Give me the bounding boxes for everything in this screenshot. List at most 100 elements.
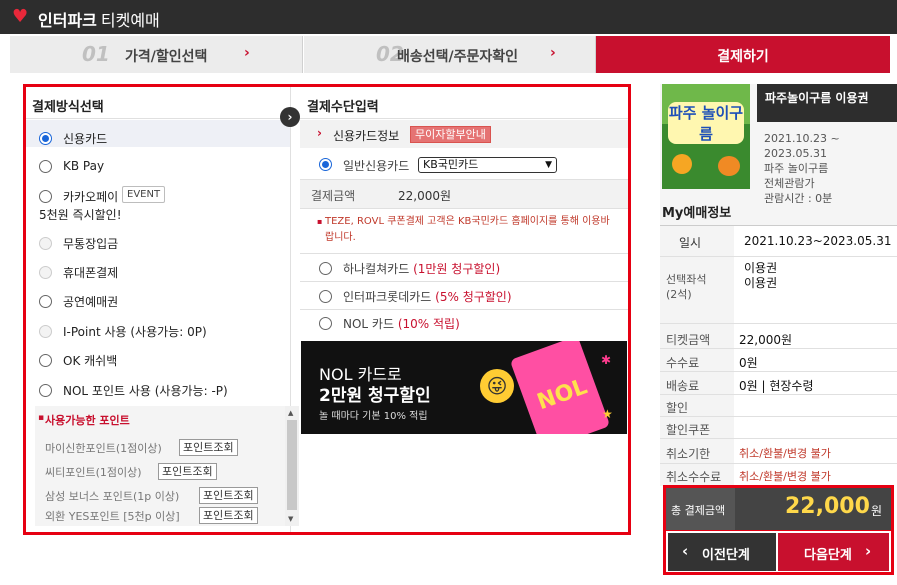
row-label-cancel-deadline: 취소기한 bbox=[666, 447, 711, 461]
radio-kb-pay[interactable] bbox=[39, 160, 52, 173]
step-number: 01 bbox=[82, 42, 110, 66]
total-unit: 원 bbox=[871, 504, 883, 518]
next-step-label: 다음단계 bbox=[804, 548, 852, 563]
pink-card-image: NOL bbox=[509, 341, 611, 434]
product-details: 2021.10.23 ~ 2023.05.31 파주 놀이구름 전체관람가 관람… bbox=[764, 131, 840, 206]
chevron-left-icon: ‹ bbox=[682, 542, 689, 560]
divider bbox=[660, 416, 897, 417]
step-label: 결제하기 bbox=[717, 49, 769, 65]
radio-nol-card[interactable] bbox=[319, 317, 332, 330]
point-row-citi: 씨티포인트(1점이상) bbox=[45, 466, 142, 479]
step-label: 가격/할인선택 bbox=[125, 49, 208, 65]
chevron-right-icon: › bbox=[865, 542, 872, 560]
point-inquiry-button[interactable]: 포인트조회 bbox=[179, 439, 238, 456]
banner-line3: 놀 때마다 기본 10% 적립 bbox=[319, 411, 428, 422]
nol-card-label[interactable]: NOL 카드 (10% 적립) bbox=[343, 315, 460, 332]
row-label-coupon: 할인쿠폰 bbox=[666, 423, 711, 437]
point-inquiry-button[interactable]: 포인트조회 bbox=[199, 487, 258, 504]
prev-step-label: 이전단계 bbox=[702, 548, 750, 563]
radio-hana-culture-card[interactable] bbox=[319, 262, 332, 275]
interest-free-guide-button[interactable]: 무이자할부안내 bbox=[410, 126, 491, 143]
row-label-seats: 선택좌석 (2석) bbox=[666, 273, 707, 301]
divider bbox=[660, 256, 897, 257]
scroll-down-icon[interactable]: ▼ bbox=[288, 515, 293, 523]
row-label-fee: 수수료 bbox=[666, 356, 700, 370]
radio-kakaopay[interactable] bbox=[39, 190, 52, 203]
divider bbox=[300, 253, 628, 254]
poster-character bbox=[718, 156, 740, 176]
product-venue: 파주 놀이구름 bbox=[764, 162, 829, 175]
row-value-date: 2021.10.23~2023.05.31 bbox=[744, 234, 892, 248]
card-select[interactable]: KB국민카드 ▼ bbox=[418, 157, 557, 173]
divider bbox=[300, 309, 628, 310]
chevron-down-icon: ▼ bbox=[545, 160, 552, 170]
radio-voucher[interactable] bbox=[39, 295, 52, 308]
divider bbox=[660, 394, 897, 395]
heart-logo-icon: ♥ bbox=[12, 6, 29, 27]
poster-character bbox=[672, 154, 692, 174]
radio-ok-cashbag[interactable] bbox=[39, 354, 52, 367]
chevron-right-icon: › bbox=[244, 45, 250, 61]
divider bbox=[300, 118, 628, 119]
step-price-discount[interactable]: 01 가격/할인선택 › bbox=[10, 36, 303, 73]
payment-panel: 결제방식선택 신용카드 KB Pay 카카오페이 EVENT 5천원 즉시할인!… bbox=[23, 84, 631, 535]
bullet-icon: ▪ bbox=[38, 413, 45, 423]
amount-label: 결제금액 bbox=[311, 189, 356, 203]
interpark-lotte-card-label[interactable]: 인터파크롯데카드 (5% 청구할인) bbox=[343, 288, 512, 305]
points-title: 사용가능한 포인트 bbox=[45, 414, 130, 427]
row-value-fee: 0원 bbox=[739, 356, 758, 370]
next-step-button[interactable]: 다음단계 › bbox=[778, 533, 889, 571]
product-date-start: 2021.10.23 ~ bbox=[764, 132, 840, 145]
radio-bank-transfer[interactable] bbox=[39, 237, 52, 250]
point-inquiry-button[interactable]: 포인트조회 bbox=[158, 463, 217, 480]
radio-nol-point[interactable] bbox=[39, 384, 52, 397]
option-mobile-payment[interactable]: 휴대폰결제 bbox=[63, 264, 118, 281]
row-label-discount: 할인 bbox=[666, 401, 689, 415]
radio-credit-card[interactable] bbox=[39, 132, 52, 145]
option-nol-point[interactable]: NOL 포인트 사용 (사용가능: -P) bbox=[63, 382, 228, 399]
booking-info-table: 일시 2021.10.23~2023.05.31 선택좌석 (2석) 이용권 이… bbox=[660, 225, 897, 486]
point-inquiry-button[interactable]: 포인트조회 bbox=[199, 507, 258, 524]
option-kb-pay[interactable]: KB Pay bbox=[63, 159, 104, 173]
prev-step-button[interactable]: ‹ 이전단계 bbox=[668, 533, 776, 571]
step-payment[interactable]: 결제하기 bbox=[596, 36, 890, 73]
divider bbox=[26, 118, 290, 119]
option-bank-transfer[interactable]: 무통장입금 bbox=[63, 235, 118, 252]
radio-mobile-payment[interactable] bbox=[39, 266, 52, 279]
arrow-right-icon: › bbox=[280, 107, 300, 127]
points-scrollbar[interactable]: ▲ ▼ bbox=[285, 406, 299, 526]
divider bbox=[660, 323, 897, 324]
chevron-right-icon: › bbox=[550, 45, 556, 61]
row-value-cancel-deadline: 취소/환불/변경 불가 bbox=[739, 447, 831, 460]
winking-emoji-icon: 😜 bbox=[480, 369, 514, 403]
step-delivery-confirm[interactable]: 02 배송선택/주문자확인 › bbox=[304, 36, 596, 73]
option-kakaopay[interactable]: 카카오페이 bbox=[63, 188, 118, 205]
radio-ipoint[interactable] bbox=[39, 325, 52, 338]
radio-general-card[interactable] bbox=[319, 158, 332, 171]
scroll-thumb[interactable] bbox=[287, 420, 297, 510]
point-row-keb: 외환 YES포인트 [5천p 이상] bbox=[45, 510, 180, 523]
row-value-delivery: 0원 | 현장수령 bbox=[739, 379, 814, 393]
brand-title: 인터파크 티켓예매 bbox=[38, 11, 160, 30]
nol-card-promo-banner[interactable]: NOL 카드로 2만원 청구할인 놀 때마다 기본 10% 적립 😜 NOL ✱… bbox=[301, 341, 627, 434]
chevron-right-icon: › bbox=[317, 126, 322, 140]
banner-line2: 2만원 청구할인 bbox=[319, 386, 431, 406]
card-select-value: KB국민카드 bbox=[423, 158, 479, 171]
divider bbox=[300, 208, 628, 209]
row-label-date: 일시 bbox=[679, 236, 702, 250]
radio-interpark-lotte-card[interactable] bbox=[319, 290, 332, 303]
option-ok-cashbag[interactable]: OK 캐쉬백 bbox=[63, 352, 117, 369]
product-title: 파주놀이구름 이용권 bbox=[765, 91, 869, 105]
product-age-rating: 전체관람가 bbox=[764, 177, 815, 190]
divider bbox=[660, 438, 897, 439]
option-voucher[interactable]: 공연예매권 bbox=[63, 293, 118, 310]
hana-culture-card-label[interactable]: 하나컬쳐카드 (1만원 청구할인) bbox=[343, 260, 500, 277]
divider bbox=[660, 348, 897, 349]
star-icon: ★ bbox=[602, 407, 613, 421]
option-ipoint[interactable]: I-Point 사용 (사용가능: 0P) bbox=[63, 323, 207, 340]
option-credit-card[interactable]: 신용카드 bbox=[63, 130, 107, 147]
scroll-up-icon[interactable]: ▲ bbox=[288, 409, 293, 417]
row-value-ticket-price: 22,000원 bbox=[739, 333, 793, 347]
divider bbox=[660, 371, 897, 372]
point-row-samsung: 삼성 보너스 포인트(1p 이상) bbox=[45, 490, 180, 503]
